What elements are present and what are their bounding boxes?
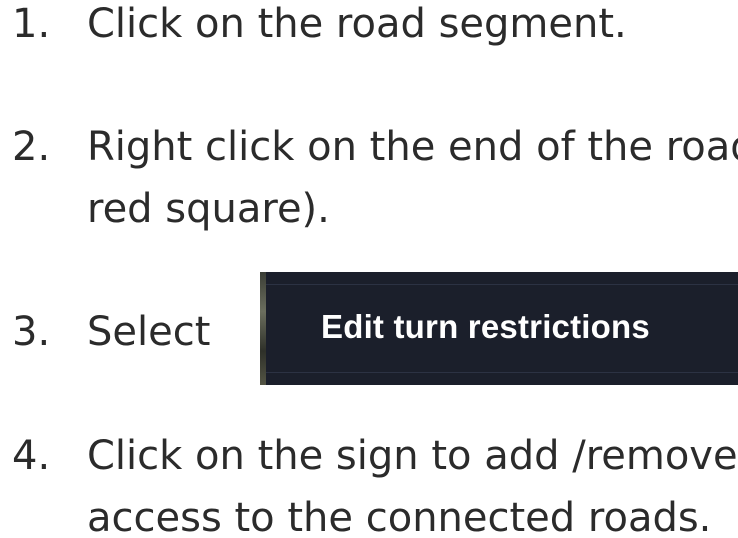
step-text: Select (87, 309, 211, 355)
step-text-line-1: Right click on the end of the road (87, 124, 738, 170)
menu-divider (266, 284, 738, 285)
edit-turn-restrictions-menu-item[interactable]: Edit turn restrictions (321, 302, 650, 352)
step-number: 1. (12, 1, 51, 47)
map-background-edge (260, 272, 266, 385)
step-text-line-2: red square). (87, 186, 330, 232)
step-number: 2. (12, 124, 51, 170)
step-text-line-1: Click on the sign to add /remove (87, 433, 738, 479)
step-number: 3. (12, 309, 51, 355)
step-text-line-2: access to the connected roads. (87, 495, 712, 538)
menu-divider (266, 372, 738, 373)
step-text: Click on the road segment. (87, 1, 627, 47)
step-text: Right click on the end of the road red s… (87, 116, 738, 240)
step-text: Click on the sign to add /remove access … (87, 425, 738, 538)
step-number: 4. (12, 433, 51, 479)
context-menu-screenshot: Edit turn restrictions (260, 272, 738, 385)
